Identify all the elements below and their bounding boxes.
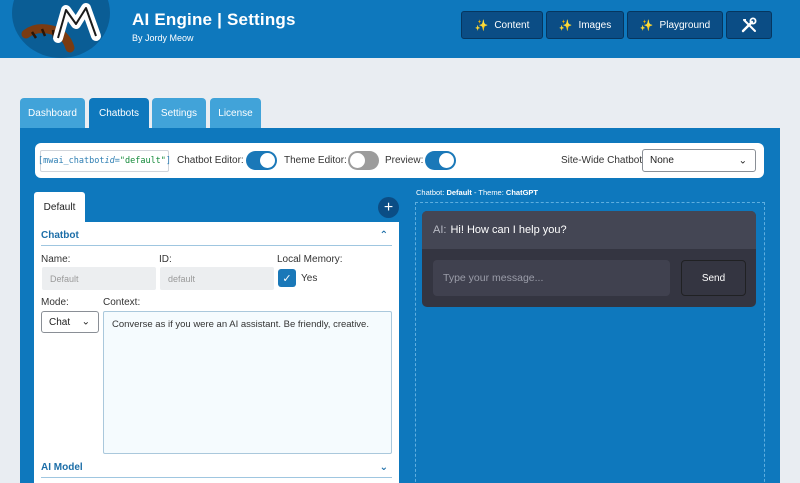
local-memory-value: Yes [301,273,318,284]
preview-toggle[interactable] [425,151,456,170]
playground-button[interactable]: ✨ Playground [627,11,723,39]
name-label: Name: [41,254,71,265]
name-placeholder: Default [50,273,79,284]
page-subtitle: By Jordy Meow [132,33,194,43]
tools-button[interactable] [726,11,772,39]
images-button-label: Images [578,19,612,31]
shortcode-open: [mwai_chatbot [37,156,105,166]
meow-logo [12,0,110,58]
name-input[interactable]: Default [42,267,156,290]
chatbot-toolbar: [mwai_chatbot id= "default"] Chatbot Edit… [35,143,764,178]
add-chatbot-button[interactable]: + [378,197,399,218]
id-placeholder: default [168,273,196,284]
content-button[interactable]: ✨ Content [461,11,543,39]
images-button[interactable]: ✨ Images [546,11,624,39]
tools-icon [741,17,757,33]
tab-license[interactable]: License [210,98,261,128]
chat-input-placeholder: Type your message... [443,272,544,284]
ai-model-section-title: AI Model [41,462,83,473]
chat-reply-message: AI: Hi! How can I help you? [422,211,756,249]
id-label: ID: [159,254,172,265]
context-label: Context: [103,297,141,308]
mode-value: Chat [49,316,71,328]
chevron-up-icon: ⌃ [379,230,388,241]
chatbot-editor-label: Chatbot Editor: [177,155,244,166]
tab-settings[interactable]: Settings [152,98,206,128]
chevron-down-icon: ⌄ [379,462,388,473]
tab-default-chatbot[interactable]: Default [34,192,85,222]
context-textarea[interactable]: Converse as if you were an AI assistant.… [103,311,392,454]
chevron-down-icon: ⌄ [81,316,90,328]
shortcode-close: ] [165,156,172,166]
sitewide-chatbot-select[interactable]: None ⌄ [642,149,756,172]
sparkle-wand-icon: ✨ [639,19,654,32]
chatbot-editor-toggle[interactable] [246,151,277,170]
reply-sender: AI: [433,224,447,236]
page-title: AI Engine | Settings [132,10,296,29]
preview-chatbot-prefix: Chatbot: [416,188,447,197]
reply-text: Hi! How can I help you? [450,224,567,236]
shortcode-field[interactable]: [mwai_chatbot id= "default"] [37,150,172,172]
preview-label: Preview: [385,155,424,166]
theme-editor-toggle[interactable] [348,151,379,170]
plus-icon: + [383,198,394,216]
chat-send-button[interactable]: Send [681,260,746,296]
mode-label: Mode: [41,297,69,308]
app-header: AI Engine | Settings By Jordy Meow ✨ Con… [0,0,800,58]
content-button-label: Content [494,19,530,31]
playground-button-label: Playground [659,19,711,31]
mode-select[interactable]: Chat ⌄ [41,311,99,333]
preview-chatbot-name: Default [446,188,472,197]
shortcode-value: "default" [119,156,166,166]
check-icon: ✓ [282,272,292,285]
preview-caption: Chatbot: Default - Theme: ChatGPT [416,188,538,197]
tab-chatbots[interactable]: Chatbots [89,98,149,129]
theme-editor-label: Theme Editor: [284,155,347,166]
chatbot-section-title: Chatbot [41,230,79,241]
sparkle-wand-icon: ✨ [474,19,489,32]
tab-dashboard[interactable]: Dashboard [20,98,85,128]
shortcode-attr: id= [104,156,120,166]
chatbot-editor-card: Chatbot ⌃ Name: Default ID: default Loca… [34,222,399,483]
sitewide-chatbot-label: Site-Wide Chatbot: [561,155,645,166]
preview-theme-name: ChatGPT [505,188,538,197]
ai-model-section-header[interactable]: AI Model ⌄ [41,462,392,478]
sitewide-chatbot-value: None [650,155,674,166]
preview-theme-prefix: - Theme: [471,188,506,197]
local-memory-checkbox[interactable]: ✓ [278,269,296,287]
chevron-down-icon: ⌄ [738,155,747,166]
chat-message-input[interactable]: Type your message... [433,260,670,296]
id-input[interactable]: default [160,267,274,290]
chatbot-preview: AI: Hi! How can I help you? Type your me… [422,211,756,307]
sparkle-wand-icon: ✨ [558,19,573,32]
chatbot-section-header[interactable]: Chatbot ⌃ [41,230,392,246]
local-memory-label: Local Memory: [277,254,343,265]
